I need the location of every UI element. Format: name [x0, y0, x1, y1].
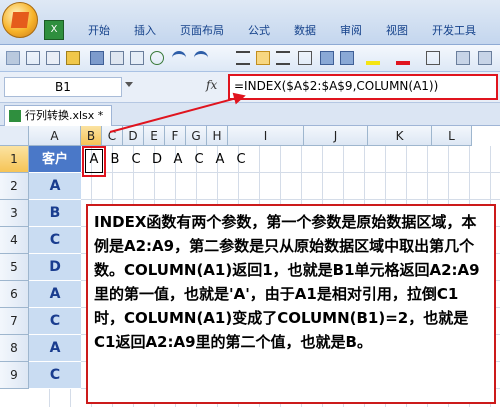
column-header-a[interactable]: A	[29, 126, 81, 146]
borders-icon[interactable]	[426, 51, 440, 65]
align-center-icon[interactable]	[256, 51, 270, 65]
format-painter-icon[interactable]	[66, 51, 80, 65]
cell-a9[interactable]: C	[29, 362, 81, 389]
increase-decimal-icon[interactable]	[320, 51, 334, 65]
print-preview-icon[interactable]	[130, 51, 144, 65]
row-header-9[interactable]: 9	[0, 362, 29, 389]
insert-function-icon[interactable]: fx	[206, 78, 217, 92]
cell-a8[interactable]: A	[29, 335, 81, 362]
row-header-4[interactable]: 4	[0, 227, 29, 254]
column-header-b[interactable]: B	[81, 126, 102, 146]
excel-app-icon[interactable]: X	[44, 20, 64, 40]
column-header-d[interactable]: D	[123, 126, 144, 146]
cell-e1[interactable]: D	[148, 146, 166, 173]
spell-check-icon[interactable]	[150, 51, 164, 65]
column-header-l[interactable]: L	[432, 126, 472, 146]
cell-d1[interactable]: C	[127, 146, 145, 173]
office-logo-icon	[10, 12, 30, 28]
sort-icon[interactable]	[478, 51, 492, 65]
column-header-f[interactable]: F	[165, 126, 186, 146]
tab-page-layout[interactable]: 页面布局	[168, 20, 236, 42]
cell-h1[interactable]: A	[211, 146, 229, 173]
column-header-h[interactable]: H	[207, 126, 228, 146]
undo-icon[interactable]	[172, 51, 186, 65]
name-box[interactable]: B1	[4, 77, 122, 97]
column-header-i[interactable]: I	[228, 126, 304, 146]
font-color-icon[interactable]	[396, 51, 410, 65]
row-header-1[interactable]: 1	[0, 146, 29, 173]
merge-cells-icon[interactable]	[298, 51, 312, 65]
format-icon[interactable]	[456, 51, 470, 65]
tab-formulas[interactable]: 公式	[236, 20, 282, 42]
cell-c1[interactable]: B	[106, 146, 124, 173]
cell-a1[interactable]: 客户	[29, 146, 81, 173]
row-header-6[interactable]: 6	[0, 281, 29, 308]
cell-g1[interactable]: C	[190, 146, 208, 173]
cell-f1[interactable]: A	[169, 146, 187, 173]
tab-insert[interactable]: 插入	[122, 20, 168, 42]
row-header-3[interactable]: 3	[0, 200, 29, 227]
align-left-icon[interactable]	[236, 51, 250, 65]
cut-icon[interactable]	[26, 51, 40, 65]
tab-home[interactable]: 开始	[76, 20, 122, 42]
office-button[interactable]	[2, 2, 38, 38]
document-tab[interactable]: 行列转换.xlsx *	[4, 105, 113, 126]
quick-toolbar	[0, 45, 500, 72]
cell-a3[interactable]: B	[29, 200, 81, 227]
cell-i1[interactable]: C	[232, 146, 250, 173]
row-header-8[interactable]: 8	[0, 335, 29, 362]
tab-data[interactable]: 数据	[282, 20, 328, 42]
ribbon-tab-bar: X 开始 插入 页面布局 公式 数据 审阅 视图 开发工具	[0, 0, 500, 45]
active-cell-b1[interactable]	[85, 149, 103, 173]
row-header-5[interactable]: 5	[0, 254, 29, 281]
column-header-k[interactable]: K	[368, 126, 432, 146]
align-right-icon[interactable]	[276, 51, 290, 65]
formula-bar: B1 fx =INDEX($A$2:$A$9,COLUMN(A1))	[0, 72, 500, 103]
cell-a2[interactable]: A	[29, 173, 81, 200]
cell-a6[interactable]: A	[29, 281, 81, 308]
cell-a4[interactable]: C	[29, 227, 81, 254]
explanation-callout: INDEX函数有两个参数，第一个参数是原始数据区域，本例是A2:A9，第二参数是…	[86, 204, 496, 404]
tab-view[interactable]: 视图	[374, 20, 420, 42]
tab-review[interactable]: 审阅	[328, 20, 374, 42]
column-header-e[interactable]: E	[144, 126, 165, 146]
save-icon[interactable]	[90, 51, 104, 65]
fill-color-icon[interactable]	[366, 51, 380, 65]
print-icon[interactable]	[110, 51, 124, 65]
tab-developer[interactable]: 开发工具	[420, 20, 488, 42]
decrease-decimal-icon[interactable]	[340, 51, 354, 65]
column-header-j[interactable]: J	[304, 126, 368, 146]
select-all-corner[interactable]	[0, 126, 29, 146]
row-header-2[interactable]: 2	[0, 173, 29, 200]
copy-icon[interactable]	[46, 51, 60, 65]
document-tab-label: 行列转换.xlsx *	[25, 109, 104, 122]
document-tab-bar: 行列转换.xlsx *	[0, 103, 500, 126]
cell-a5[interactable]: D	[29, 254, 81, 281]
column-header-g[interactable]: G	[186, 126, 207, 146]
redo-icon[interactable]	[194, 51, 208, 65]
formula-input[interactable]: =INDEX($A$2:$A$9,COLUMN(A1))	[228, 74, 498, 100]
ribbon-tabs: 开始 插入 页面布局 公式 数据 审阅 视图 开发工具	[76, 20, 488, 42]
excel-file-icon	[9, 110, 21, 122]
cell-a7[interactable]: C	[29, 308, 81, 335]
chevron-down-icon[interactable]	[125, 82, 133, 87]
paste-icon[interactable]	[6, 51, 20, 65]
row-header-7[interactable]: 7	[0, 308, 29, 335]
